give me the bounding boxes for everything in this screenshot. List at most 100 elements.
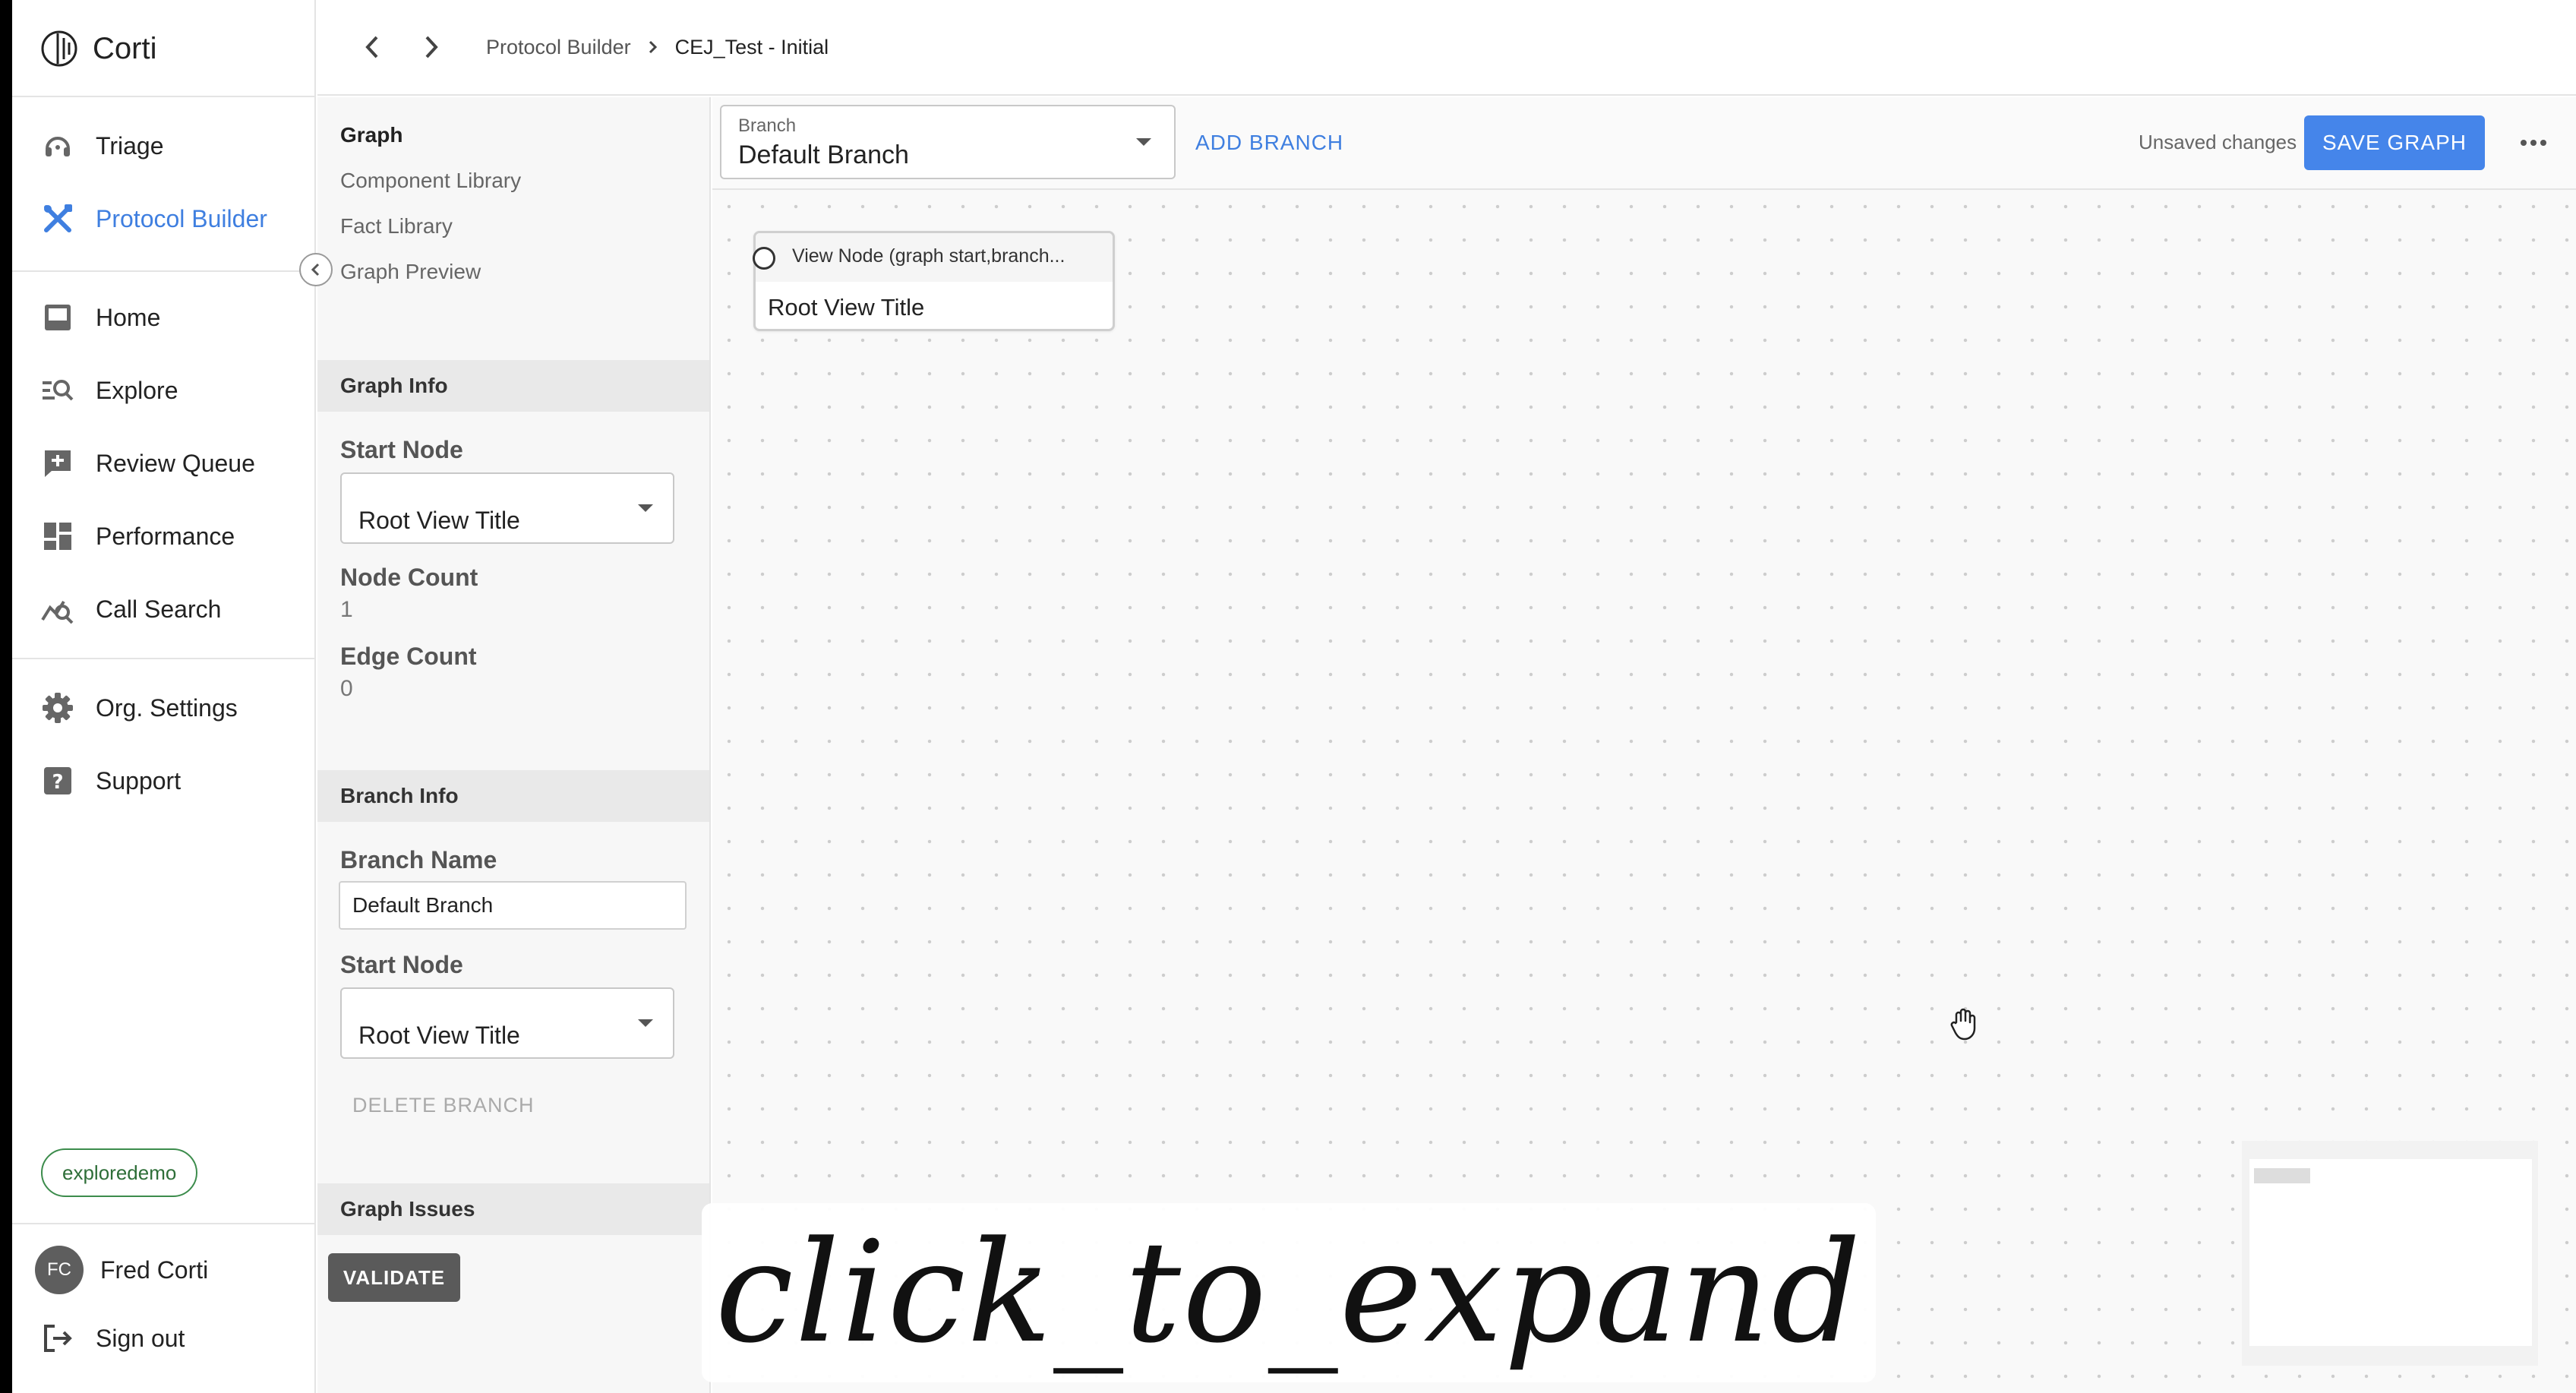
panel-link-component-library[interactable]: Component Library: [340, 169, 521, 193]
branch-select-label: Branch: [738, 115, 797, 136]
select-value: Root View Title: [358, 1022, 520, 1049]
panel-link-fact-library[interactable]: Fact Library: [340, 214, 453, 238]
overlay-text: click_to_expand: [715, 1211, 1863, 1374]
graph-toolbar: Branch Default Branch ADD BRANCH Unsaved…: [712, 97, 2576, 190]
chevron-left-icon: [311, 263, 320, 276]
node-count-label: Node Count: [340, 564, 478, 591]
caret-down-icon: [638, 504, 653, 512]
user-name: Fred Corti: [100, 1256, 209, 1284]
breadcrumb: Protocol Builder CEJ_Test - Initial: [486, 30, 829, 64]
corti-logo-icon: [41, 30, 77, 67]
sign-out-label: Sign out: [96, 1324, 185, 1352]
save-graph-button[interactable]: SAVE GRAPH: [2304, 115, 2485, 170]
minimap-viewport: [2249, 1159, 2532, 1346]
panel-link-graph-preview[interactable]: Graph Preview: [340, 260, 481, 284]
window-edge: [0, 0, 12, 1393]
node-title: Root View Title: [768, 294, 925, 321]
nav-item-call-search[interactable]: Call Search: [41, 586, 221, 632]
chevron-right-icon: [648, 39, 658, 55]
more-options-button[interactable]: [2511, 131, 2556, 155]
nav-item-performance[interactable]: Performance: [41, 513, 235, 559]
start-node-label: Start Node: [340, 436, 463, 463]
nav-label: Protocol Builder: [96, 204, 267, 232]
edge-count-value: 0: [340, 676, 353, 701]
click-to-expand-overlay[interactable]: click_to_expand: [702, 1203, 1876, 1382]
nav-label: Explore: [96, 376, 178, 404]
nav-divider: [12, 270, 314, 272]
nav-item-org-settings[interactable]: Org. Settings: [41, 685, 238, 731]
graph-info-header: Graph Info: [317, 360, 709, 412]
branch-name-input[interactable]: [339, 881, 687, 930]
nav-label: Home: [96, 303, 161, 331]
edge-count-label: Edge Count: [340, 643, 477, 670]
sign-out-icon: [44, 1325, 72, 1352]
org-chip[interactable]: exploredemo: [41, 1148, 198, 1197]
delete-branch-button[interactable]: DELETE BRANCH: [352, 1094, 535, 1117]
nav-label: Support: [96, 766, 182, 794]
call-search-icon: [41, 592, 74, 626]
branch-start-node-label: Start Node: [340, 951, 463, 978]
nav-item-explore[interactable]: Explore: [41, 368, 178, 413]
panel-link-graph[interactable]: Graph: [340, 123, 402, 147]
sign-out-button[interactable]: Sign out: [41, 1322, 185, 1355]
nav-label: Triage: [96, 131, 164, 160]
chevron-right-icon: [425, 36, 438, 58]
select-value: Root View Title: [358, 507, 520, 534]
top-bar: Protocol Builder CEJ_Test - Initial: [317, 0, 2576, 96]
nav-label: Performance: [96, 522, 235, 550]
unsaved-changes-status: Unsaved changes: [2139, 131, 2297, 153]
gear-icon: [41, 691, 74, 725]
branch-info-header: Branch Info: [317, 770, 709, 822]
breadcrumb-protocol-builder[interactable]: Protocol Builder: [486, 36, 631, 59]
forward-button[interactable]: [415, 30, 448, 64]
nav-item-protocol-builder[interactable]: Protocol Builder: [41, 196, 267, 242]
svg-text:?: ?: [52, 771, 63, 794]
collapse-sidebar-button[interactable]: [299, 253, 333, 286]
main-sidebar: Corti Triage Protocol Builder Home Explo…: [12, 0, 316, 1393]
dashboard-icon: [41, 520, 74, 553]
branch-select-value: Default Branch: [738, 141, 909, 169]
inbox-icon: [41, 301, 74, 334]
explore-search-icon: [41, 374, 74, 407]
view-node[interactable]: View Node (graph start,branch... Root Vi…: [753, 231, 1115, 331]
node-header: View Node (graph start,branch...: [756, 233, 1113, 282]
protocol-panel: Graph Component Library Fact Library Gra…: [317, 97, 711, 1393]
nav-divider: [12, 1223, 314, 1224]
branch-start-node-select[interactable]: Root View Title: [340, 987, 674, 1059]
node-type-label: View Node (graph start,branch...: [792, 245, 1065, 267]
graph-start-node-select[interactable]: Root View Title: [340, 472, 674, 544]
avatar: FC: [35, 1246, 84, 1294]
nav-divider: [12, 96, 314, 97]
caret-down-icon: [1136, 138, 1151, 146]
nav-item-home[interactable]: Home: [41, 295, 160, 340]
breadcrumb-current: CEJ_Test - Initial: [674, 35, 829, 58]
minimap-node: [2254, 1168, 2310, 1183]
validate-button[interactable]: VALIDATE: [328, 1253, 460, 1302]
grab-hand-icon: [1950, 1008, 1976, 1041]
nav-divider: [12, 658, 314, 659]
nav-item-review-queue[interactable]: Review Queue: [41, 441, 255, 486]
branch-name-label: Branch Name: [340, 846, 497, 873]
node-count-value: 1: [340, 597, 353, 622]
chevron-left-icon: [365, 36, 378, 58]
nav-item-triage[interactable]: Triage: [41, 123, 164, 169]
app-logo[interactable]: Corti: [39, 27, 156, 70]
nav-item-support[interactable]: ? Support: [41, 758, 181, 804]
back-button[interactable]: [355, 30, 389, 64]
more-horizontal-icon: [2521, 140, 2546, 146]
tools-icon: [41, 202, 74, 235]
caret-down-icon: [638, 1019, 653, 1027]
branch-select[interactable]: Branch Default Branch: [720, 105, 1176, 179]
review-queue-icon: [41, 447, 74, 480]
nav-label: Review Queue: [96, 449, 255, 477]
headset-icon: [41, 129, 74, 163]
nav-label: Org. Settings: [96, 693, 238, 722]
app-name: Corti: [93, 31, 157, 65]
nav-label: Call Search: [96, 595, 222, 623]
graph-issues-header: Graph Issues: [317, 1183, 709, 1235]
user-profile[interactable]: FC Fred Corti: [35, 1246, 208, 1294]
minimap[interactable]: [2242, 1141, 2538, 1366]
add-branch-button[interactable]: ADD BRANCH: [1195, 131, 1343, 155]
help-icon: ?: [41, 764, 74, 798]
node-port[interactable]: [753, 247, 775, 270]
